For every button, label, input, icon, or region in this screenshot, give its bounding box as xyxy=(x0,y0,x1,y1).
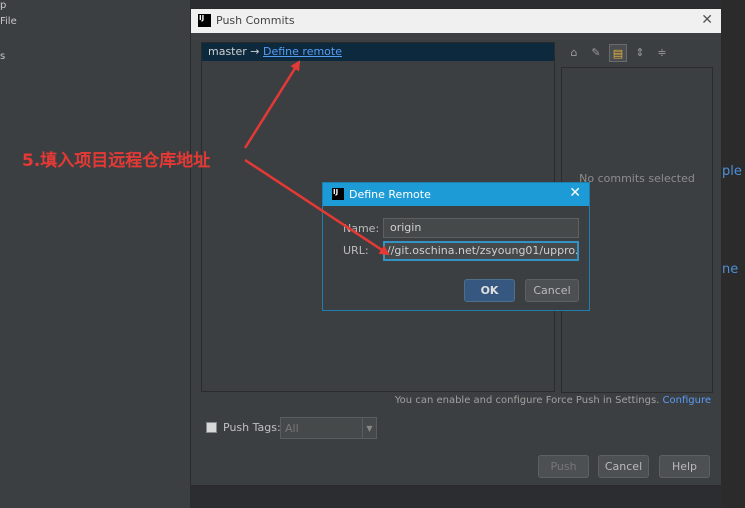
arrow-to-define-remote xyxy=(243,60,301,149)
arrow-to-url-field xyxy=(244,158,390,256)
annotation-arrows xyxy=(243,60,390,256)
